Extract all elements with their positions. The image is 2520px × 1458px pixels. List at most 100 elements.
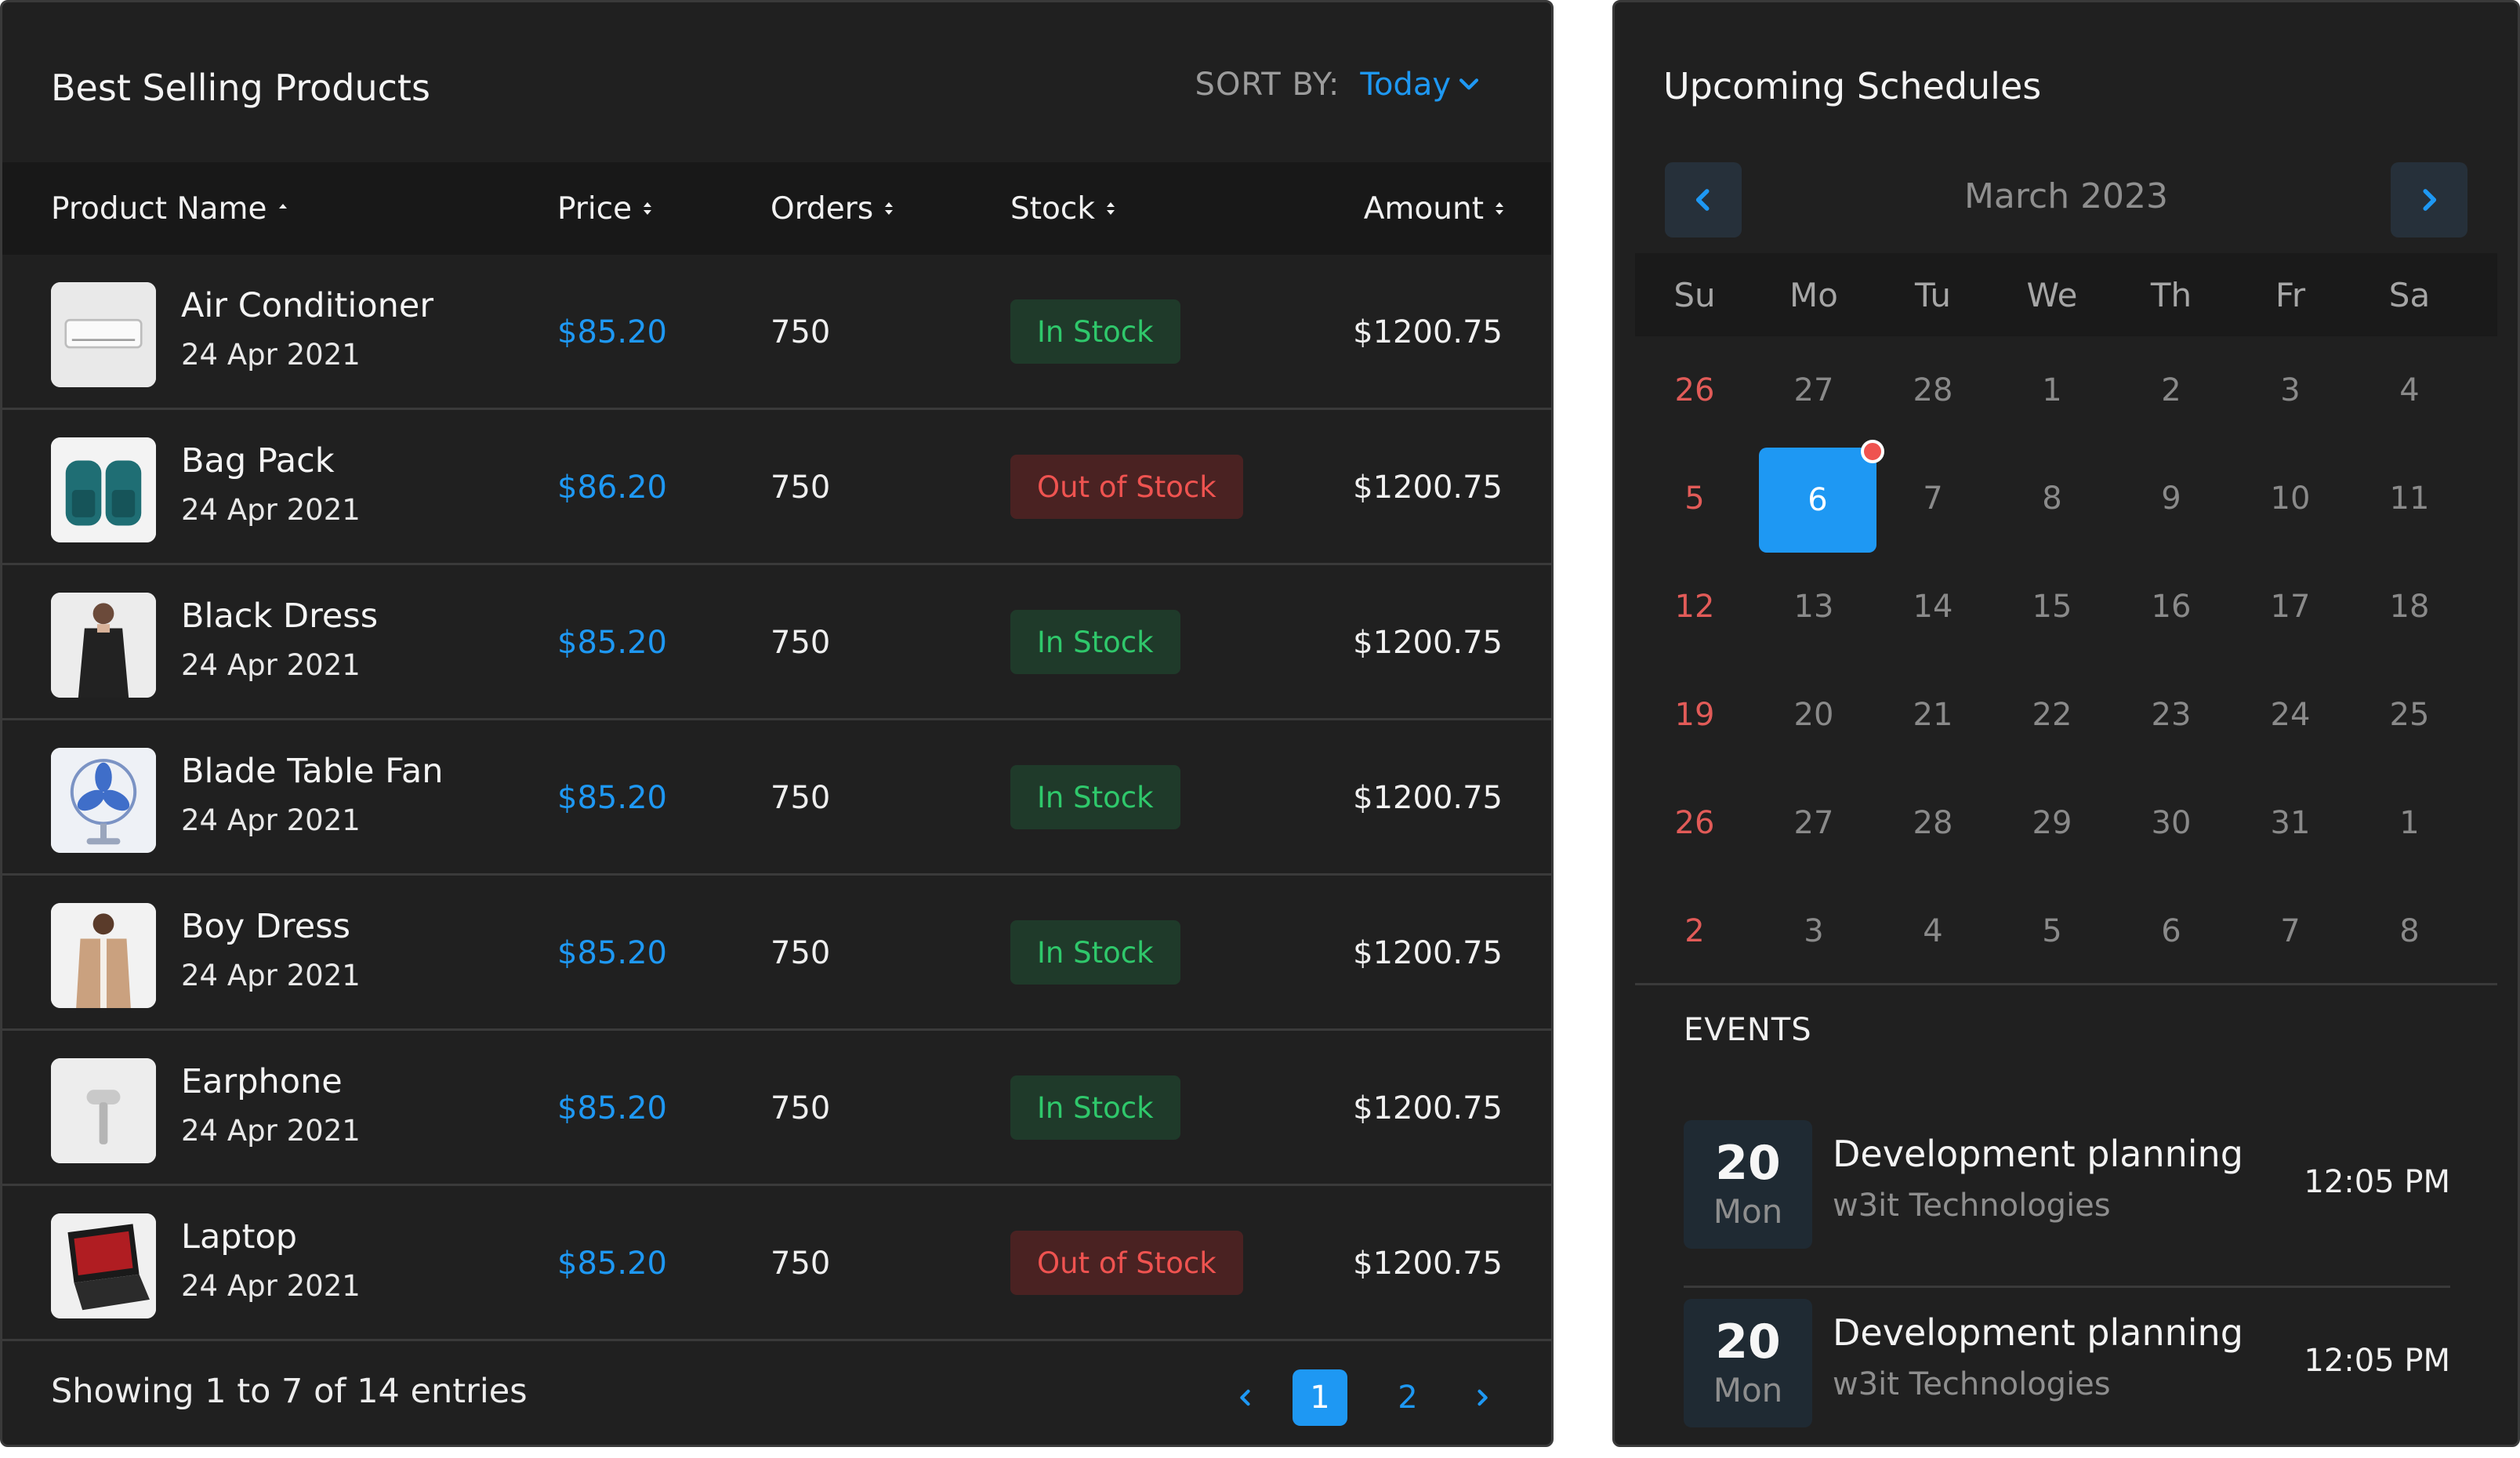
weekday-label: Mo — [1789, 275, 1838, 314]
table-header: Product Name Price Orders Stock Amount — [2, 162, 1551, 255]
calendar-day[interactable]: 2 — [2112, 336, 2231, 444]
calendar-day[interactable]: 24 — [2231, 661, 2350, 769]
panel-title: Best Selling Products — [51, 67, 430, 109]
divider — [1684, 1286, 2450, 1288]
calendar-day[interactable]: 5 — [1992, 877, 2112, 985]
calendar-day[interactable]: 29 — [1992, 769, 2112, 877]
stock-badge: In Stock — [1010, 610, 1180, 674]
product-orders: 750 — [771, 1246, 831, 1282]
calendar-day[interactable]: 13 — [1754, 553, 1873, 661]
calendar-day[interactable]: 30 — [2112, 769, 2231, 877]
calendar-day[interactable]: 4 — [1873, 877, 1992, 985]
calendar-day[interactable]: 31 — [2231, 769, 2350, 877]
next-page-button[interactable] — [1468, 1384, 1496, 1412]
events-label: EVENTS — [1684, 1012, 1812, 1048]
calendar-day[interactable]: 25 — [2350, 661, 2469, 769]
table-row[interactable]: Blade Table Fan 24 Apr 2021 $85.20 750 I… — [2, 720, 1551, 876]
product-amount: $1200.75 — [1353, 935, 1503, 971]
calendar-day[interactable]: 8 — [1992, 444, 2112, 553]
calendar-day[interactable]: 1 — [1992, 336, 2112, 444]
calendar-day[interactable]: 27 — [1754, 769, 1873, 877]
calendar-day[interactable]: 21 — [1873, 661, 1992, 769]
table-row[interactable]: Earphone 24 Apr 2021 $85.20 750 In Stock… — [2, 1031, 1551, 1186]
calendar-day[interactable]: 19 — [1635, 661, 1754, 769]
calendar-day[interactable]: 9 — [2112, 444, 2231, 553]
calendar-day[interactable]: 7 — [1873, 444, 1992, 553]
calendar-day[interactable]: 6 — [1759, 440, 1884, 553]
product-name: Air Conditioner — [181, 286, 434, 325]
product-date: 24 Apr 2021 — [181, 648, 361, 682]
event-time: 12:05 PM — [2304, 1343, 2450, 1379]
calendar-day[interactable]: 26 — [1635, 336, 1754, 444]
product-amount: $1200.75 — [1353, 314, 1503, 350]
product-price: $85.20 — [557, 1090, 667, 1126]
column-header-product-name[interactable]: Product Name — [51, 162, 289, 255]
calendar-day[interactable]: 6 — [2112, 877, 2231, 985]
calendar-day[interactable]: 4 — [2350, 336, 2469, 444]
event-item[interactable]: 20 Mon Development planning w3it Technol… — [1684, 1120, 2450, 1288]
calendar-month: March 2023 — [1963, 176, 2169, 216]
calendar-day[interactable]: 11 — [2350, 444, 2469, 553]
calendar-day[interactable]: 18 — [2350, 553, 2469, 661]
calendar-day[interactable]: 27 — [1754, 336, 1873, 444]
column-header-stock[interactable]: Stock — [1010, 162, 1117, 255]
calendar-day[interactable]: 7 — [2231, 877, 2350, 985]
event-date: 20 Mon — [1684, 1120, 1812, 1249]
calendar-day[interactable]: 12 — [1635, 553, 1754, 661]
stock-badge: Out of Stock — [1010, 455, 1243, 519]
calendar-day[interactable]: 26 — [1635, 769, 1754, 877]
column-header-price[interactable]: Price — [557, 162, 654, 255]
calendar-day[interactable]: 8 — [2350, 877, 2469, 985]
calendar-day[interactable]: 14 — [1873, 553, 1992, 661]
product-amount: $1200.75 — [1353, 1090, 1503, 1126]
event-title: Development planning — [1833, 1133, 2243, 1175]
table-row[interactable]: Black Dress 24 Apr 2021 $85.20 750 In St… — [2, 565, 1551, 720]
table-row[interactable]: Boy Dress 24 Apr 2021 $85.20 750 In Stoc… — [2, 876, 1551, 1031]
product-amount: $1200.75 — [1353, 1246, 1503, 1282]
air-conditioner-icon — [51, 282, 156, 387]
calendar-day[interactable]: 20 — [1754, 661, 1873, 769]
pagination: 1 2 — [1231, 1369, 1496, 1426]
calendar-day[interactable]: 15 — [1992, 553, 2112, 661]
product-price: $86.20 — [557, 470, 667, 506]
upcoming-schedules-panel: Upcoming Schedules March 2023 Su Mo Tu We Th… — [1612, 0, 2520, 1447]
product-orders: 750 — [771, 780, 831, 816]
calendar-day[interactable]: 22 — [1992, 661, 2112, 769]
calendar-day[interactable]: 17 — [2231, 553, 2350, 661]
calendar-day[interactable]: 3 — [1754, 877, 1873, 985]
sort-value: Today — [1360, 67, 1451, 103]
calendar-day[interactable]: 23 — [2112, 661, 2231, 769]
event-day: 20 — [1715, 1136, 1781, 1191]
prev-page-button[interactable] — [1231, 1384, 1260, 1412]
calendar-day[interactable]: 2 — [1635, 877, 1754, 985]
sort-control: SORT BY: Today — [1195, 67, 1482, 103]
product-price: $85.20 — [557, 780, 667, 816]
calendar-day[interactable]: 28 — [1873, 336, 1992, 444]
event-item[interactable]: 20 Mon Development planning w3it Technol… — [1684, 1299, 2450, 1445]
weekday-label: Tu — [1915, 275, 1951, 314]
product-date: 24 Apr 2021 — [181, 959, 361, 992]
calendar-day[interactable]: 5 — [1635, 444, 1754, 553]
chevron-right-icon — [1478, 1389, 1488, 1406]
product-date: 24 Apr 2021 — [181, 1269, 361, 1303]
column-header-orders[interactable]: Orders — [771, 162, 895, 255]
calendar-day[interactable]: 28 — [1873, 769, 1992, 877]
product-name: Bag Pack — [181, 441, 335, 481]
product-date: 24 Apr 2021 — [181, 803, 361, 837]
table-row[interactable]: Laptop 24 Apr 2021 $85.20 750 Out of Sto… — [2, 1186, 1551, 1341]
next-month-button[interactable] — [2391, 162, 2467, 238]
calendar-day[interactable]: 16 — [2112, 553, 2231, 661]
stock-badge: In Stock — [1010, 920, 1180, 985]
table-row[interactable]: Air Conditioner 24 Apr 2021 $85.20 750 I… — [2, 255, 1551, 410]
table-row[interactable]: Bag Pack 24 Apr 2021 $86.20 750 Out of S… — [2, 410, 1551, 565]
sort-dropdown[interactable]: Today — [1360, 67, 1482, 103]
product-amount: $1200.75 — [1353, 625, 1503, 661]
page-1-button[interactable]: 1 — [1293, 1369, 1347, 1426]
fan-icon — [51, 748, 156, 853]
product-orders: 750 — [771, 470, 831, 506]
calendar-day[interactable]: 3 — [2231, 336, 2350, 444]
calendar-day[interactable]: 10 — [2231, 444, 2350, 553]
column-header-amount[interactable]: Amount — [1364, 162, 1506, 255]
page-2-button[interactable]: 2 — [1380, 1369, 1435, 1426]
calendar-day[interactable]: 1 — [2350, 769, 2469, 877]
